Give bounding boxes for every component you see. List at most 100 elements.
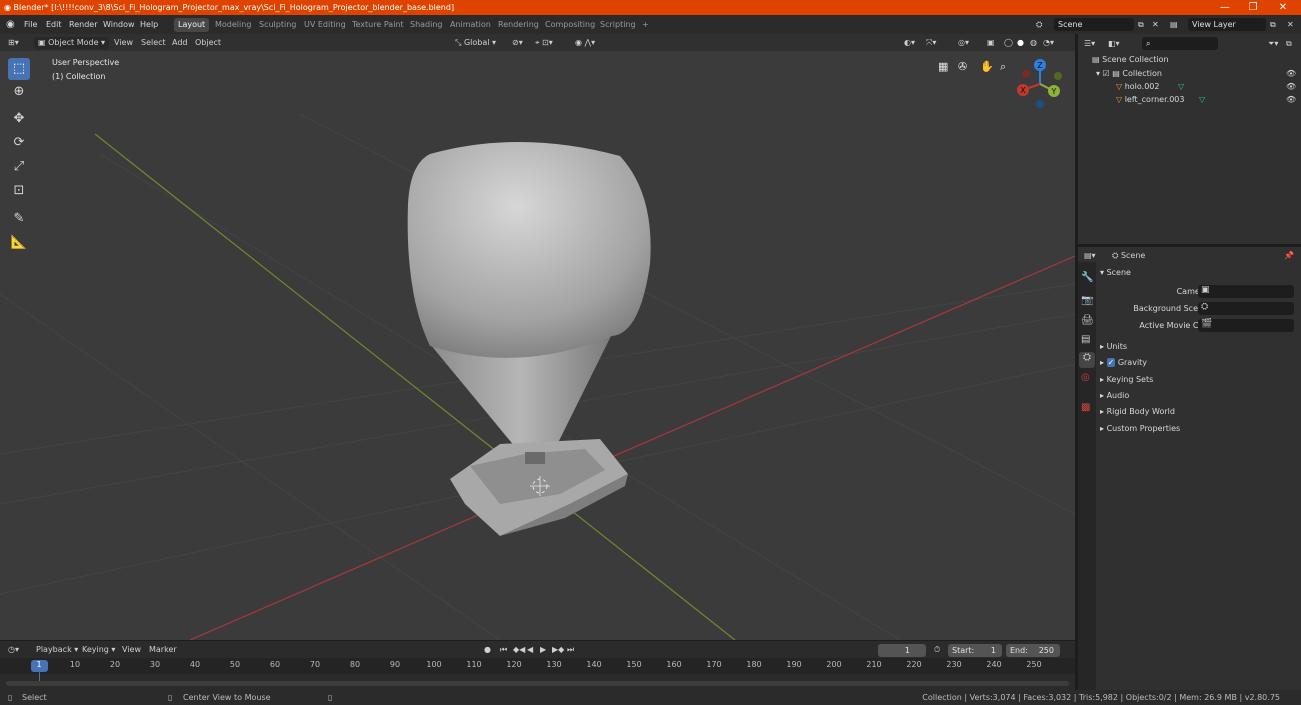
menu-playback[interactable]: Playback ▾ [36,644,78,656]
scale-tool-icon[interactable]: ⤢ [8,156,30,178]
add-workspace-button[interactable]: + [638,18,653,32]
restore-button[interactable]: ❐ [1238,0,1268,15]
gravity-checkbox[interactable]: ✓ [1106,358,1116,367]
scene-selector[interactable]: Scene [1054,18,1134,31]
properties-editor-icon[interactable]: ▤▾ [1084,250,1096,262]
eye-icon[interactable]: 👁 [1286,80,1296,93]
view-layer-selector[interactable]: View Layer [1188,18,1266,31]
output-tab-icon[interactable]: 🖨 [1081,315,1094,326]
overlays-icon[interactable]: ◎▾ [958,37,969,49]
tab-modeling[interactable]: Modeling [211,18,255,32]
remove-view-layer-icon[interactable]: ✕ [1287,18,1294,31]
snap-icon[interactable]: ⌖ ⊡▾ [535,37,553,49]
outliner-scene-collection[interactable]: ▤ Scene Collection [1078,53,1301,66]
tab-rendering[interactable]: Rendering [494,18,543,32]
menu-view-timeline[interactable]: View [122,644,141,656]
outliner-item-collection[interactable]: ▾ ☑ ▤ Collection 👁 [1078,67,1301,80]
new-scene-icon[interactable]: ⧉ [1138,18,1144,31]
navigation-gizmo[interactable]: Z Y X [1012,56,1072,112]
outliner-editor-icon[interactable]: ☰▾ [1084,38,1095,50]
tab-compositing[interactable]: Compositing [541,18,599,32]
rotate-tool-icon[interactable]: ⟳ [8,132,30,154]
tab-shading[interactable]: Shading [406,18,447,32]
menu-window[interactable]: Window [103,18,135,31]
jump-end-icon[interactable]: ⏭ [567,644,574,656]
menu-file[interactable]: File [24,18,37,31]
display-mode-icon[interactable]: ◧▾ [1108,38,1120,50]
menu-keying[interactable]: Keying ▾ [82,644,115,656]
material-shading-icon[interactable]: ◍ [1030,37,1037,49]
keying-sets-panel[interactable]: ▸ Keying Sets [1100,373,1153,386]
end-frame-field[interactable]: End: 250 [1006,644,1060,657]
orientation-selector[interactable]: ⤡ Global ▾ [455,37,496,49]
world-tab-icon[interactable]: ◎ [1081,372,1090,383]
menu-select[interactable]: Select [141,37,166,49]
record-icon[interactable]: ● [484,644,491,656]
eye-icon[interactable]: 👁 [1286,67,1296,80]
audio-panel[interactable]: ▸ Audio [1100,389,1129,402]
render-tab-icon[interactable]: 📷 [1081,295,1093,306]
play-icon[interactable]: ▶ [540,644,546,656]
menu-render[interactable]: Render [69,18,97,31]
outliner-search-input[interactable]: ⌕ [1142,37,1218,50]
current-frame-field[interactable]: 1 [878,644,926,657]
xray-icon[interactable]: ▣ [987,37,995,49]
menu-view[interactable]: View [114,37,133,49]
pan-hand-icon[interactable]: ✋ [980,60,994,73]
visibility-icon[interactable]: ◐▾ [904,37,915,49]
outliner-item-holo[interactable]: ▽ holo.002 ▽ 👁 [1078,80,1301,93]
pin-icon[interactable]: 📌 [1284,250,1294,262]
jump-start-icon[interactable]: ⏮ [500,644,507,656]
menu-marker[interactable]: Marker [149,644,177,656]
stopwatch-icon[interactable]: ⏱ [934,644,940,656]
scene-tab-icon[interactable]: ⛭ [1079,352,1095,368]
menu-help[interactable]: Help [140,18,158,31]
cursor-tool-icon[interactable]: ⊕ [8,81,30,103]
start-frame-field[interactable]: Start: 1 [948,644,1002,657]
measure-tool-icon[interactable]: 📐 [8,232,30,254]
wireframe-shading-icon[interactable]: ◯ [1004,37,1013,49]
annotate-tool-icon[interactable]: ✎ [8,208,30,230]
menu-add[interactable]: Add [172,37,188,49]
camera-view-icon[interactable]: ✇ [958,60,967,73]
background-scene-field[interactable]: ⛭ [1198,302,1294,315]
prev-keyframe-icon[interactable]: ◆◀ [513,644,525,656]
camera-field[interactable]: ▣ [1198,285,1294,298]
rigid-body-world-panel[interactable]: ▸ Rigid Body World [1100,405,1175,418]
outliner-item-left-corner[interactable]: ▽ left_corner.003 ▽ 👁 [1078,93,1301,106]
view-layer-tab-icon[interactable]: ▤ [1081,334,1090,345]
mode-selector[interactable]: ▣ Object Mode ▾ [34,37,110,49]
3d-viewport[interactable]: Z Y X [0,34,1075,640]
remove-scene-icon[interactable]: ✕ [1152,18,1159,31]
tab-sculpting[interactable]: Sculpting [255,18,300,32]
zoom-icon[interactable]: ⌕ [1000,60,1006,74]
play-reverse-icon[interactable]: ◀ [527,644,533,656]
units-panel[interactable]: ▸ Units [1100,340,1127,353]
rendered-shading-icon[interactable]: ◔▾ [1043,37,1054,49]
solid-shading-icon[interactable]: ● [1017,37,1024,49]
tab-layout[interactable]: Layout [174,18,210,32]
next-keyframe-icon[interactable]: ▶◆ [552,644,564,656]
custom-properties-panel[interactable]: ▸ Custom Properties [1100,422,1180,435]
editor-type-icon[interactable]: ⊞▾ [8,37,19,49]
gravity-panel[interactable]: ▸ ✓ Gravity [1100,356,1147,369]
eye-icon[interactable]: 👁 [1286,93,1296,106]
blender-menu-icon[interactable]: ◉ [6,18,15,31]
pivot-icon[interactable]: ⊘▾ [512,37,523,49]
texture-tab-icon[interactable]: ▩ [1081,402,1090,413]
timeline-editor-icon[interactable]: ◷▾ [8,644,19,656]
transform-tool-icon[interactable]: ⊡ [8,180,30,202]
move-tool-icon[interactable]: ✥ [8,108,30,130]
scene-icon[interactable]: ⛭ [1036,18,1042,31]
proportional-edit-icon[interactable]: ◉ ⋀▾ [575,37,595,49]
menu-edit[interactable]: Edit [46,18,62,31]
tab-animation[interactable]: Animation [446,18,495,32]
tab-uv-editing[interactable]: UV Editing [300,18,350,32]
new-collection-icon[interactable]: ⧉ [1286,38,1292,50]
close-button[interactable]: ✕ [1268,0,1298,15]
tab-texture-paint[interactable]: Texture Paint [348,18,408,32]
active-movie-clip-field[interactable]: 🎬 [1198,319,1294,332]
timeline-scrollbar[interactable] [6,681,1069,686]
tab-scripting[interactable]: Scripting [596,18,640,32]
grid-view-icon[interactable]: ▦ [938,60,948,73]
